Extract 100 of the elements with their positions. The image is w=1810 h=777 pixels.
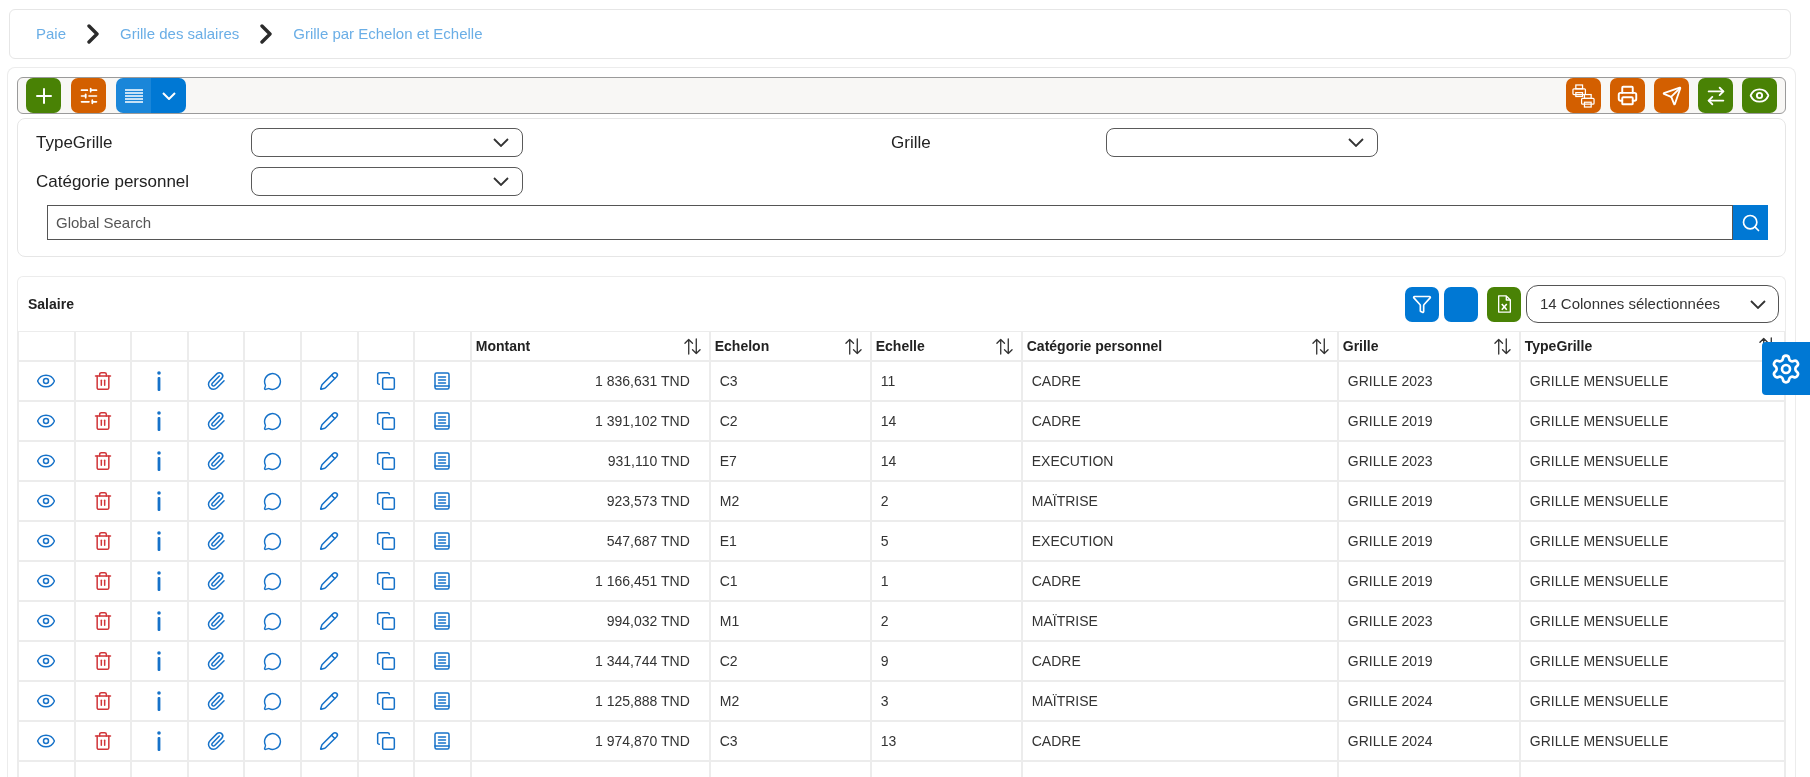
toolbar-button[interactable] [1444,286,1478,322]
eye-icon[interactable] [36,491,57,511]
book-icon[interactable] [434,732,451,750]
speech-bubble-icon[interactable] [263,451,283,471]
sort-arrows-icon[interactable] [683,337,701,355]
pencil-icon[interactable] [319,531,340,551]
info-icon[interactable] [157,371,162,391]
pencil-icon[interactable] [319,731,340,751]
eye-icon[interactable] [36,371,57,391]
column-select[interactable]: 14 Colonnes sélectionnées [1526,285,1779,323]
speech-bubble-icon[interactable] [263,531,283,551]
copy-icon[interactable] [375,371,396,391]
eye-icon[interactable] [36,411,57,431]
copy-icon[interactable] [375,451,396,471]
info-icon[interactable] [157,491,162,511]
copy-icon[interactable] [375,651,396,671]
pencil-icon[interactable] [319,411,340,431]
pencil-icon[interactable] [319,571,340,591]
speech-bubble-icon[interactable] [263,571,283,591]
info-icon[interactable] [157,571,162,591]
pencil-icon[interactable] [319,491,340,511]
speech-bubble-icon[interactable] [263,731,283,751]
copy-icon[interactable] [375,411,396,431]
trash-icon[interactable] [92,371,113,391]
speech-bubble-icon[interactable] [263,491,283,511]
excel-export-button[interactable] [1487,286,1521,322]
column-header[interactable]: Grille [1337,331,1520,361]
pencil-icon[interactable] [319,611,340,631]
copy-icon[interactable] [375,571,396,591]
book-icon[interactable] [434,372,451,390]
paperclip-icon[interactable] [206,451,227,471]
paperclip-icon[interactable] [206,691,227,711]
paperclip-icon[interactable] [206,651,227,671]
print-button[interactable] [1610,78,1645,113]
trash-icon[interactable] [92,491,113,511]
speech-bubble-icon[interactable] [263,411,283,431]
book-icon[interactable] [434,572,451,590]
copy-icon[interactable] [375,731,396,751]
eye-icon[interactable] [36,691,57,711]
sort-arrows-icon[interactable] [1311,337,1329,355]
sort-arrows-icon[interactable] [1493,337,1511,355]
sliders-button[interactable] [71,78,106,113]
info-icon[interactable] [157,611,162,631]
column-header[interactable]: Echelon [709,331,871,361]
info-icon[interactable] [157,411,162,431]
eye-icon[interactable] [36,571,57,591]
paperclip-icon[interactable] [206,411,227,431]
trash-icon[interactable] [92,571,113,591]
print-multiple-button[interactable] [1566,78,1601,113]
pencil-icon[interactable] [319,451,340,471]
paperclip-icon[interactable] [206,531,227,551]
trash-icon[interactable] [92,531,113,551]
info-icon[interactable] [157,651,162,671]
eye-icon[interactable] [36,611,57,631]
copy-icon[interactable] [375,491,396,511]
info-icon[interactable] [157,691,162,711]
dropdown-button[interactable] [151,78,186,113]
trash-icon[interactable] [92,731,113,751]
sort-arrows-icon[interactable] [995,337,1013,355]
add-button[interactable] [26,78,61,113]
copy-icon[interactable] [375,531,396,551]
settings-button[interactable] [1762,342,1810,395]
paperclip-icon[interactable] [206,731,227,751]
send-button[interactable] [1654,78,1689,113]
eye-icon[interactable] [36,731,57,751]
column-header[interactable]: Montant [470,331,710,361]
sort-arrows-icon[interactable] [844,337,862,355]
paperclip-icon[interactable] [206,371,227,391]
paperclip-icon[interactable] [206,491,227,511]
trash-icon[interactable] [92,411,113,431]
column-header[interactable]: Catégorie personnel [1021,331,1338,361]
view-button[interactable] [1742,78,1777,113]
pencil-icon[interactable] [319,371,340,391]
trash-icon[interactable] [92,451,113,471]
column-header[interactable]: TypeGrille [1519,331,1785,361]
book-icon[interactable] [434,652,451,670]
speech-bubble-icon[interactable] [263,611,283,631]
list-view-button[interactable] [116,78,151,113]
pencil-icon[interactable] [319,691,340,711]
trash-icon[interactable] [92,691,113,711]
trash-icon[interactable] [92,611,113,631]
column-header[interactable]: Echelle [870,331,1022,361]
trash-icon[interactable] [92,651,113,671]
speech-bubble-icon[interactable] [263,651,283,671]
speech-bubble-icon[interactable] [263,691,283,711]
eye-icon[interactable] [36,651,57,671]
info-icon[interactable] [157,451,162,471]
copy-icon[interactable] [375,611,396,631]
book-icon[interactable] [434,452,451,470]
speech-bubble-icon[interactable] [263,371,283,391]
swap-button[interactable] [1698,78,1733,113]
paperclip-icon[interactable] [206,571,227,591]
search-button[interactable] [1733,205,1768,240]
filter-button[interactable] [1405,286,1439,322]
dropdown-select[interactable] [1106,128,1378,157]
info-icon[interactable] [157,531,162,551]
dropdown-select[interactable] [251,167,523,196]
book-icon[interactable] [434,412,451,430]
book-icon[interactable] [434,692,451,710]
paperclip-icon[interactable] [206,611,227,631]
